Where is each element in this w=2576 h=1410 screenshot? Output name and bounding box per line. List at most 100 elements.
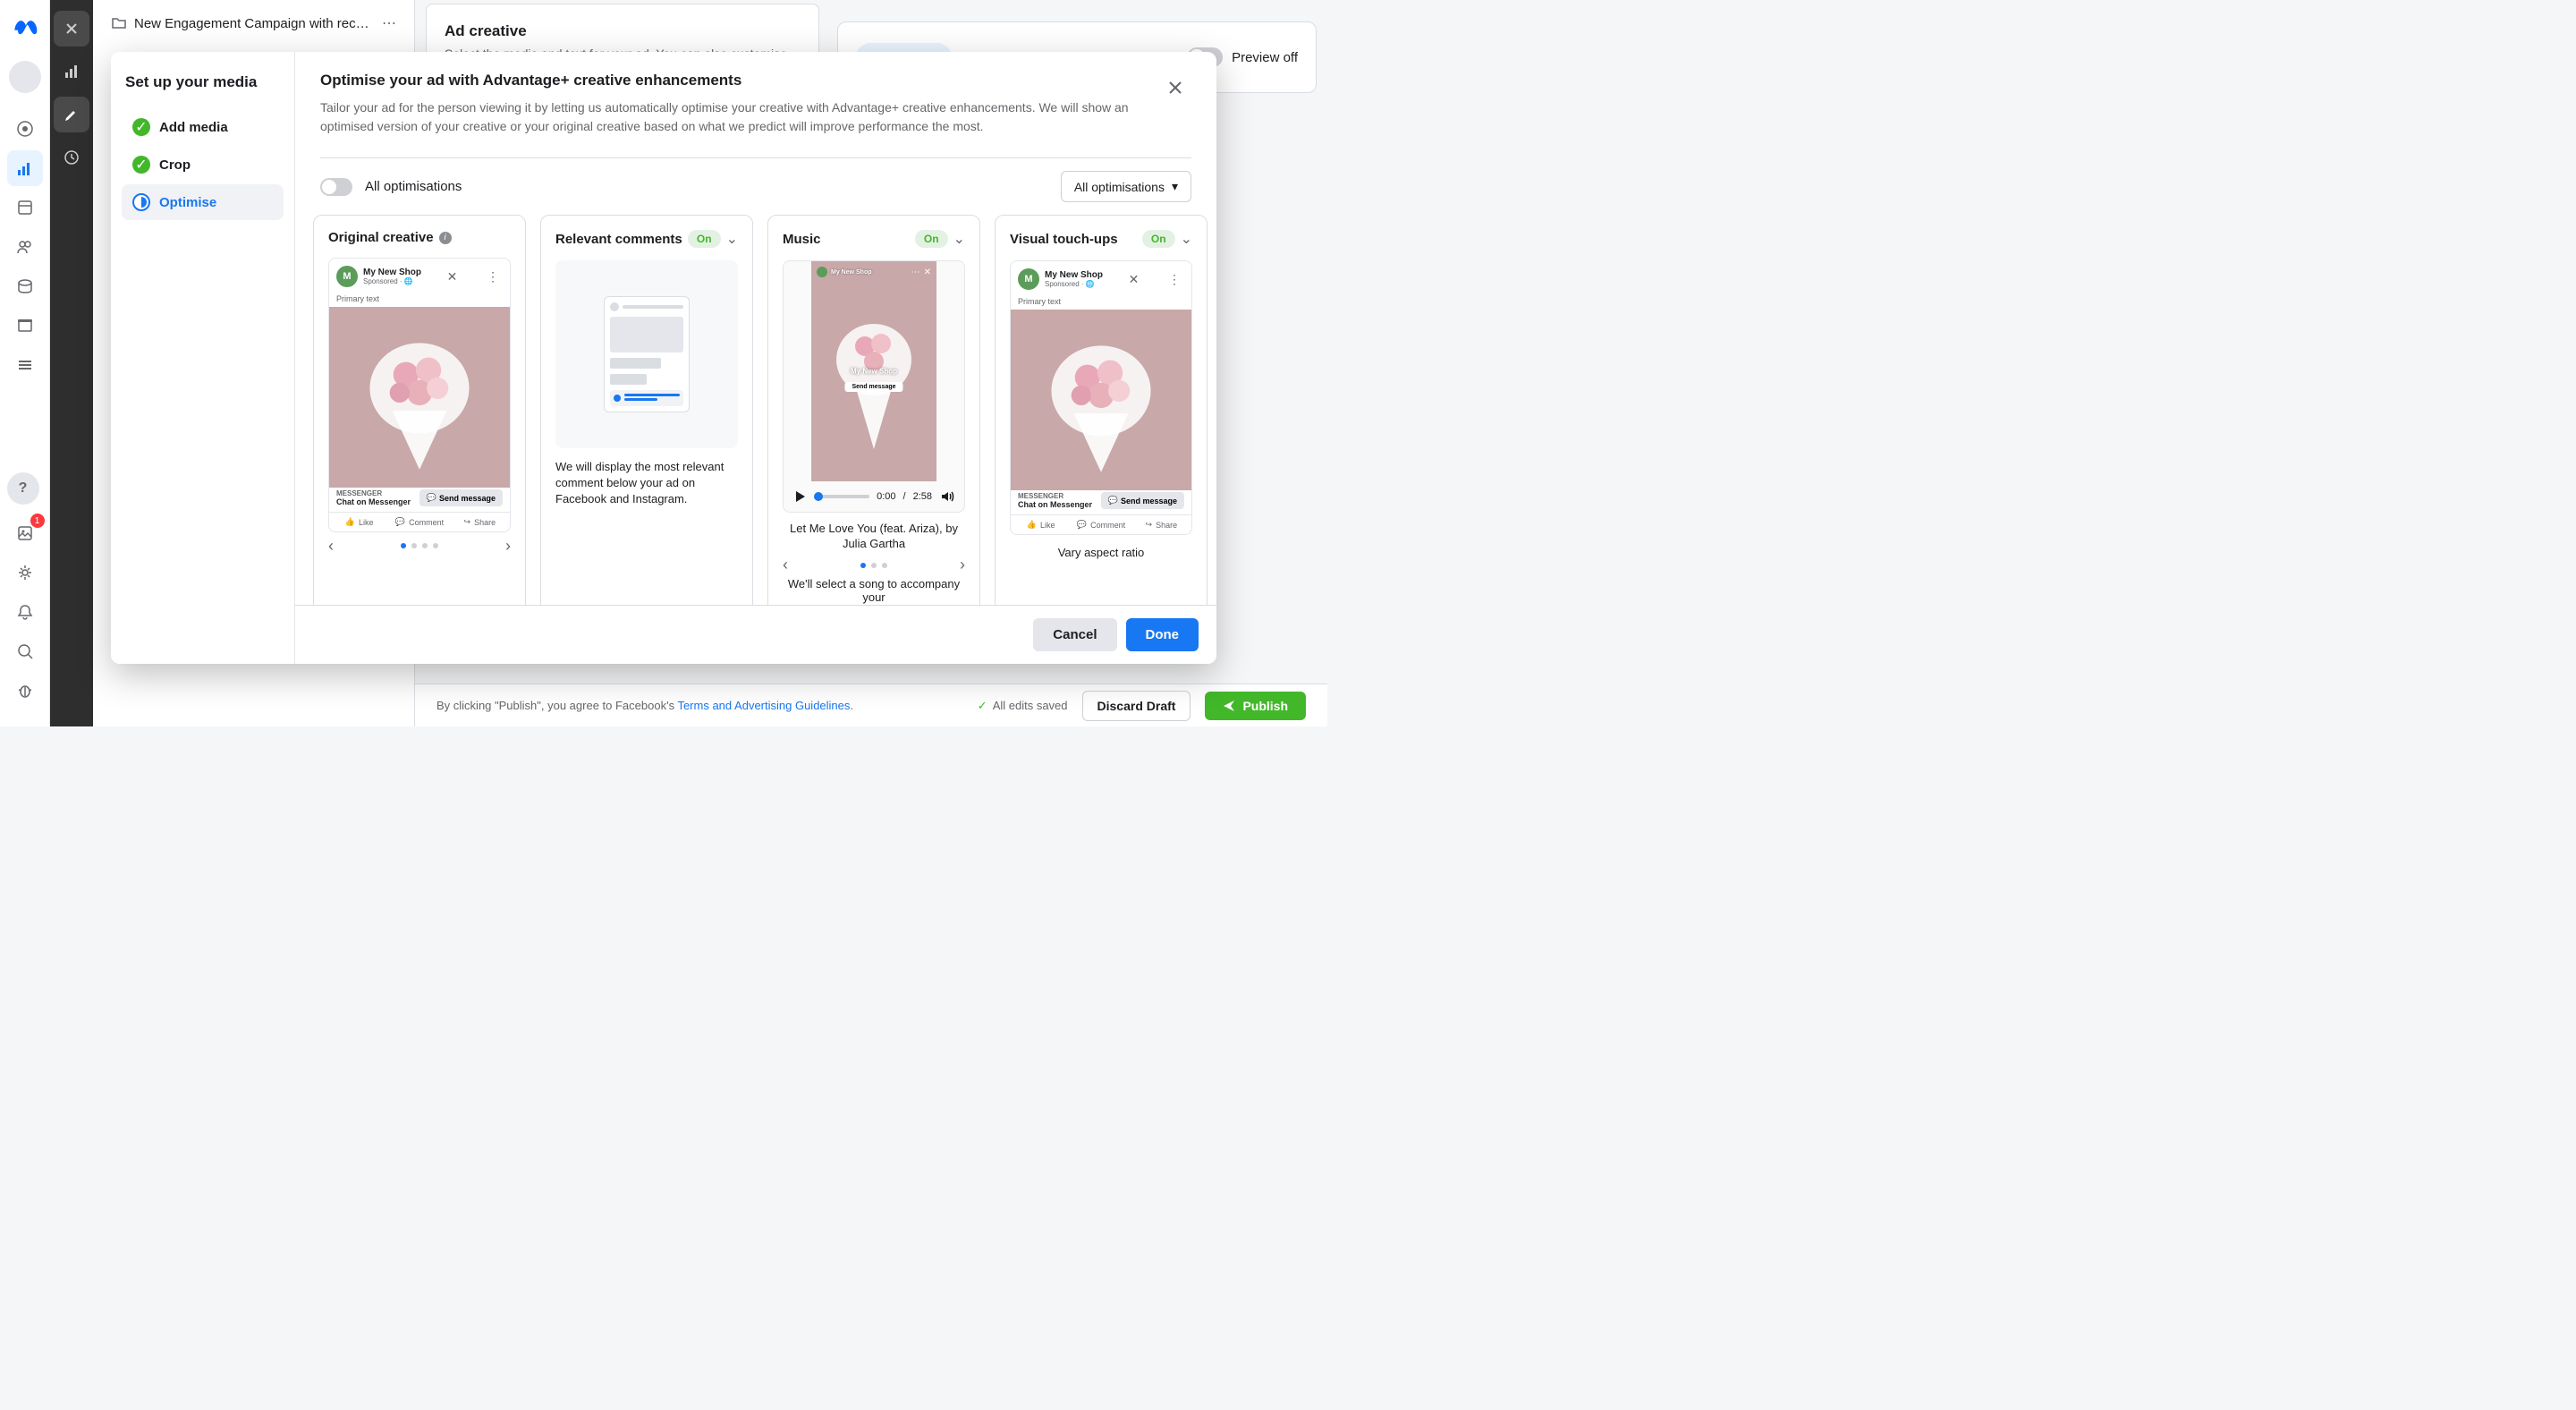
messenger-icon: 💬 <box>427 493 436 503</box>
music-track-name: Let Me Love You (feat. Ariza), by Julia … <box>783 522 965 552</box>
carousel-dot[interactable] <box>411 543 417 548</box>
card-visual-touchups: Visual touch-ups On ⌄ M My New Shop Spon… <box>995 215 1208 605</box>
share-icon: ↪ <box>464 517 471 527</box>
carousel-dot[interactable] <box>422 543 428 548</box>
comment-button[interactable]: 💬Comment <box>389 513 449 531</box>
modal-title: Optimise your ad with Advantage+ creativ… <box>320 72 1159 89</box>
cta-title: MESSENGER <box>336 489 416 497</box>
card-original-creative: Original creative i M My New Shop Sponso… <box>313 215 526 605</box>
comments-illustration <box>555 260 738 448</box>
primary-text: Primary text <box>1011 297 1191 310</box>
shop-name: My New Shop <box>363 268 421 277</box>
cta-subtitle: Chat on Messenger <box>1018 500 1097 509</box>
all-optimisations-toggle[interactable] <box>320 178 352 196</box>
like-button[interactable]: 👍Like <box>329 513 389 531</box>
share-button[interactable]: ↪Share <box>450 513 510 531</box>
next-icon[interactable]: › <box>505 537 511 556</box>
carousel-dot[interactable] <box>401 543 406 548</box>
share-icon: ↪ <box>1146 520 1153 530</box>
like-icon: 👍 <box>1027 520 1037 530</box>
step-optimise[interactable]: Optimise <box>122 184 284 220</box>
comment-button[interactable]: 💬Comment <box>1071 515 1131 534</box>
next-icon[interactable]: › <box>960 556 965 574</box>
more-icon[interactable]: ⋮ <box>483 269 503 285</box>
check-icon: ✓ <box>132 156 150 174</box>
close-icon[interactable]: ✕ <box>1125 272 1143 287</box>
volume-icon[interactable] <box>939 488 955 505</box>
ad-image <box>329 307 510 484</box>
step-add-media[interactable]: ✓ Add media <box>122 109 284 145</box>
carousel-dot[interactable] <box>433 543 438 548</box>
status-badge: On <box>688 230 721 248</box>
story-image: My New Shop ⋯ ✕ My New Shop Send message <box>811 261 936 481</box>
comments-description: We will display the most relevant commen… <box>555 459 738 508</box>
chevron-down-icon[interactable]: ⌄ <box>953 230 965 248</box>
like-button[interactable]: 👍Like <box>1011 515 1071 534</box>
story-avatar <box>817 267 827 277</box>
comment-icon: 💬 <box>395 517 405 527</box>
more-icon[interactable]: ⋯ <box>911 268 920 277</box>
primary-text: Primary text <box>329 294 510 307</box>
like-icon: 👍 <box>345 517 355 527</box>
music-preview: My New Shop ⋯ ✕ My New Shop Send message <box>783 260 965 513</box>
story-overlay-label: My New Shop <box>851 368 897 376</box>
card-title: Visual touch-ups <box>1010 232 1118 247</box>
story-cta-button[interactable]: Send message <box>844 382 902 392</box>
shop-avatar: M <box>1018 268 1039 290</box>
info-icon[interactable]: i <box>439 232 452 244</box>
modal-steps-sidebar: Set up your media ✓ Add media ✓ Crop Opt… <box>111 52 295 664</box>
progress-icon <box>132 193 150 211</box>
more-icon[interactable]: ⋮ <box>1165 272 1184 287</box>
ad-preview-original: M My New Shop Sponsored · 🌐 ✕ ⋮ Primary … <box>328 258 511 532</box>
music-progress[interactable] <box>814 495 869 498</box>
close-icon[interactable]: ✕ <box>924 268 931 277</box>
carousel-dot[interactable] <box>871 563 877 568</box>
card-title: Original creative <box>328 230 434 245</box>
carousel-dot[interactable] <box>882 563 887 568</box>
ad-preview-touchups: M My New Shop Sponsored · 🌐 ✕ ⋮ Primary … <box>1010 260 1192 535</box>
story-shop-name: My New Shop <box>831 269 872 276</box>
messenger-icon: 💬 <box>1108 496 1118 505</box>
close-icon[interactable] <box>1159 72 1191 104</box>
prev-icon[interactable]: ‹ <box>328 537 334 556</box>
check-icon: ✓ <box>132 118 150 136</box>
shop-avatar: M <box>336 266 358 287</box>
chevron-down-icon[interactable]: ⌄ <box>726 230 738 248</box>
card-title: Relevant comments <box>555 232 682 247</box>
sponsored-label: Sponsored · 🌐 <box>363 277 421 285</box>
status-badge: On <box>1142 230 1175 248</box>
shop-name: My New Shop <box>1045 270 1103 280</box>
comment-icon: 💬 <box>1077 520 1087 530</box>
cancel-button[interactable]: Cancel <box>1033 618 1116 651</box>
modal-subtitle: Tailor your ad for the person viewing it… <box>320 98 1159 136</box>
cta-subtitle: Chat on Messenger <box>336 497 416 506</box>
music-time-current: 0:00 <box>877 491 895 502</box>
card-relevant-comments: Relevant comments On ⌄ <box>540 215 753 605</box>
prev-icon[interactable]: ‹ <box>783 556 788 574</box>
chevron-down-icon: ▾ <box>1172 179 1178 194</box>
sponsored-label: Sponsored · 🌐 <box>1045 280 1103 288</box>
card-title: Music <box>783 232 821 247</box>
share-button[interactable]: ↪Share <box>1131 515 1191 534</box>
modal-main: Optimise your ad with Advantage+ creativ… <box>295 52 1216 664</box>
carousel-dot[interactable] <box>860 563 866 568</box>
cta-title: MESSENGER <box>1018 492 1097 500</box>
all-optimisations-label: All optimisations <box>365 179 462 194</box>
modal-overlay: Set up your media ✓ Add media ✓ Crop Opt… <box>0 0 1327 726</box>
optimisations-dropdown[interactable]: All optimisations ▾ <box>1061 171 1191 202</box>
step-crop[interactable]: ✓ Crop <box>122 147 284 183</box>
modal-footer: Cancel Done <box>295 605 1216 664</box>
close-icon[interactable]: ✕ <box>444 269 462 285</box>
optimise-modal: Set up your media ✓ Add media ✓ Crop Opt… <box>111 52 1216 664</box>
play-icon[interactable] <box>792 489 807 504</box>
status-badge: On <box>915 230 948 248</box>
ad-image <box>1011 310 1191 487</box>
card-music: Music On ⌄ My New Shop ⋯ <box>767 215 980 605</box>
done-button[interactable]: Done <box>1126 618 1199 651</box>
music-time-sep: / <box>903 491 906 502</box>
send-message-button[interactable]: 💬 Send message <box>1101 492 1184 509</box>
chevron-down-icon[interactable]: ⌄ <box>1181 230 1192 248</box>
modal-sidebar-title: Set up your media <box>122 73 284 91</box>
music-description: We'll select a song to accompany your <box>783 577 965 604</box>
send-message-button[interactable]: 💬 Send message <box>419 489 503 506</box>
